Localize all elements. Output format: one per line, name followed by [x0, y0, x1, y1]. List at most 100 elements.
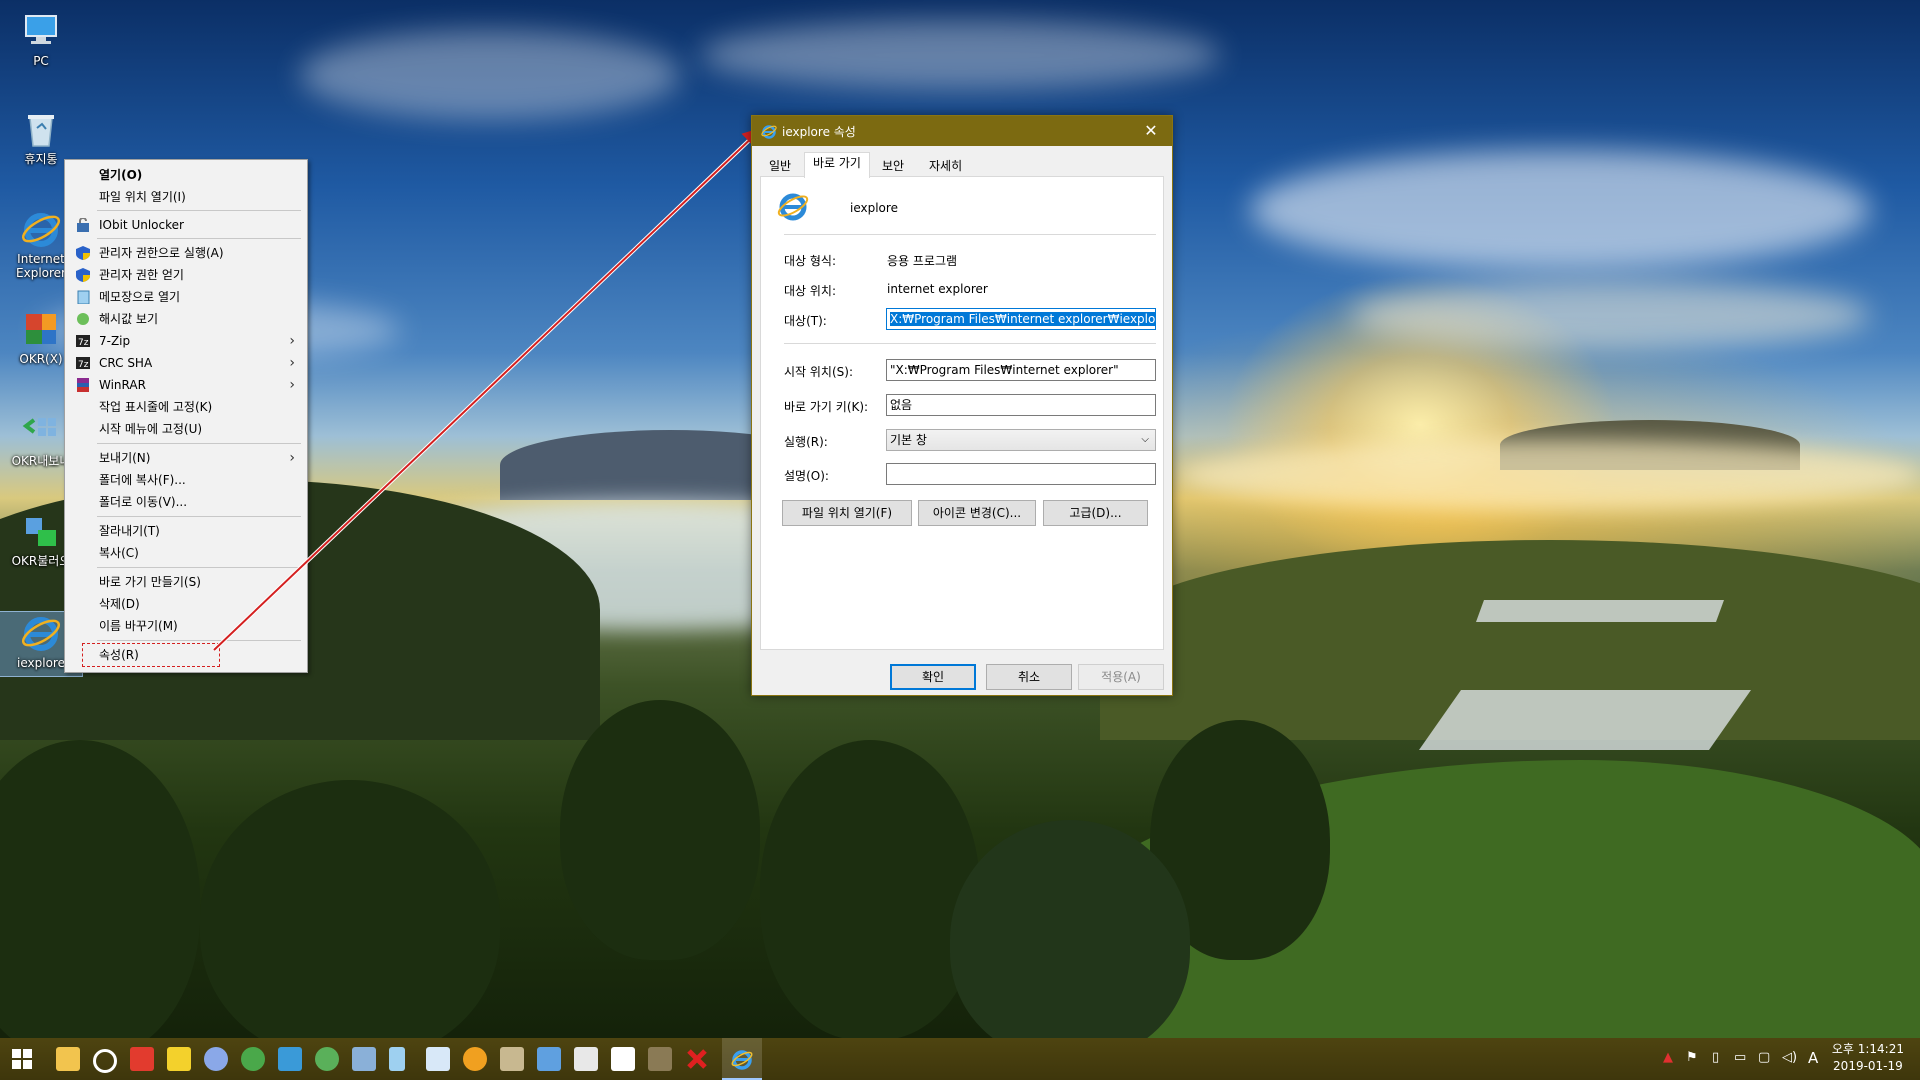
menu-item-label: 잘라내기(T)	[99, 524, 160, 538]
divider	[784, 343, 1156, 344]
desktop-icon-label: iexplore	[17, 656, 65, 670]
tab-security[interactable]: 보안	[873, 155, 913, 178]
internet-explorer-icon	[777, 193, 809, 221]
menu-item-view-hash[interactable]: 해시값 보기	[67, 308, 303, 330]
menu-item-winrar[interactable]: WinRAR ›	[67, 374, 303, 396]
run-select[interactable]: 기본 창 ⌵	[886, 429, 1156, 451]
file-explorer-icon[interactable]	[56, 1047, 80, 1071]
menu-item-create-shortcut[interactable]: 바로 가기 만들기(S)	[67, 571, 303, 593]
tab-shortcut[interactable]: 바로 가기	[804, 152, 870, 178]
potplayer-icon[interactable]	[167, 1047, 191, 1071]
chevron-down-icon: ⌵	[1141, 434, 1149, 445]
tab-details[interactable]: 자세히	[920, 155, 971, 178]
disk-icon[interactable]	[315, 1047, 339, 1071]
menu-item-send-to[interactable]: 보내기(N) ›	[67, 447, 303, 469]
tab-label: 보안	[882, 159, 905, 173]
menu-item-open[interactable]: 열기(O)	[67, 164, 303, 186]
menu-item-move-to-folder[interactable]: 폴더로 이동(V)...	[67, 491, 303, 513]
close-icon: ✕	[1144, 121, 1158, 140]
menu-item-pin-to-taskbar[interactable]: 작업 표시줄에 고정(K)	[67, 396, 303, 418]
menu-item-copy[interactable]: 복사(C)	[67, 542, 303, 564]
menu-item-run-as-admin[interactable]: 관리자 권한으로 실행(A)	[67, 242, 303, 264]
button-label: 아이콘 변경(C)...	[932, 506, 1022, 520]
browser-icon[interactable]	[204, 1047, 228, 1071]
flag-icon[interactable]: ⚑	[1686, 1050, 1698, 1065]
advanced-button[interactable]: 고급(D)...	[1043, 500, 1148, 526]
menu-item-take-ownership[interactable]: 관리자 권한 얻기	[67, 264, 303, 286]
desktop-icon-label: OKR불러오	[11, 554, 71, 568]
start-button[interactable]	[12, 1049, 32, 1072]
chrome-icon[interactable]	[241, 1047, 265, 1071]
iobit-unlocker-icon	[77, 218, 89, 232]
anydesk-icon[interactable]	[130, 1047, 154, 1071]
menu-item-pin-to-start[interactable]: 시작 메뉴에 고정(U)	[67, 418, 303, 440]
tab-label: 자세히	[929, 159, 963, 173]
fog	[1180, 440, 1920, 510]
desktop-icon-label: 휴지통	[24, 152, 58, 166]
photo-icon[interactable]	[648, 1047, 672, 1071]
desktop-icon-label: OKR내보내	[11, 454, 71, 468]
computer-icon	[20, 10, 62, 52]
scissors-icon[interactable]	[537, 1047, 561, 1071]
cloud	[300, 30, 680, 120]
window-icon[interactable]	[426, 1047, 450, 1071]
target-field[interactable]: X:₩Program Files₩internet explorer₩iexpl…	[886, 308, 1156, 330]
input-mode-indicator[interactable]: A	[1808, 1049, 1818, 1067]
taskbar-app-iexplore-active[interactable]	[722, 1038, 762, 1080]
menu-separator	[97, 238, 301, 239]
desktop-icon-pc[interactable]: PC	[0, 10, 82, 68]
menu-item-open-with-notepad[interactable]: 메모장으로 열기	[67, 286, 303, 308]
dialog-title-bar[interactable]: iexplore 속성 ✕	[752, 116, 1172, 146]
console-icon[interactable]	[574, 1047, 598, 1071]
apply-button[interactable]: 적용(A)	[1078, 664, 1164, 690]
target-type-value: 응용 프로그램	[887, 254, 958, 268]
menu-item-label: 관리자 권한으로 실행(A)	[99, 246, 224, 260]
shortcut-key-field[interactable]: 없음	[886, 394, 1156, 416]
cloud	[1250, 150, 1870, 270]
terminal-icon[interactable]	[500, 1047, 524, 1071]
volume-icon[interactable]: ◁)	[1782, 1050, 1797, 1065]
close-red-icon[interactable]	[685, 1047, 709, 1071]
svg-text:7z: 7z	[78, 360, 89, 370]
display-icon[interactable]: ▭	[1734, 1050, 1746, 1065]
cloud	[1350, 280, 1870, 350]
tree	[560, 700, 760, 960]
document-icon[interactable]	[389, 1047, 405, 1071]
clock[interactable]: 오후 1:14:21 2019-01-19	[1832, 1041, 1904, 1075]
desktop-icon-recycle-bin[interactable]: 휴지통	[0, 108, 82, 166]
network-icon[interactable]	[352, 1047, 376, 1071]
ok-button[interactable]: 확인	[890, 664, 976, 690]
clock-time: 오후 1:14:21	[1831, 1042, 1904, 1056]
change-icon-button[interactable]: 아이콘 변경(C)...	[918, 500, 1036, 526]
monitor-icon[interactable]: ▢	[1758, 1050, 1770, 1065]
menu-item-iobit-unlocker[interactable]: IObit Unlocker	[67, 214, 303, 236]
menu-item-copy-to-folder[interactable]: 폴더에 복사(F)...	[67, 469, 303, 491]
menu-item-7zip[interactable]: 7z 7-Zip ›	[67, 330, 303, 352]
photo-icon[interactable]	[463, 1047, 487, 1071]
image-viewer-icon[interactable]	[611, 1047, 635, 1071]
start-in-value: "X:₩Program Files₩internet explorer"	[890, 363, 1119, 377]
start-in-label: 시작 위치(S):	[784, 365, 853, 379]
network-warning-icon[interactable]: ▲	[1663, 1050, 1673, 1065]
cloud	[700, 20, 1220, 90]
start-in-field[interactable]: "X:₩Program Files₩internet explorer"	[886, 359, 1156, 381]
menu-item-rename[interactable]: 이름 바꾸기(M)	[67, 615, 303, 637]
menu-item-delete[interactable]: 삭제(D)	[67, 593, 303, 615]
tab-general[interactable]: 일반	[760, 155, 800, 178]
menu-item-cut[interactable]: 잘라내기(T)	[67, 520, 303, 542]
open-file-location-button[interactable]: 파일 위치 열기(F)	[782, 500, 912, 526]
taskbar: ▲ ⚑ ▯ ▭ ▢ ◁) A 오후 1:14:21 2019-01-19	[0, 1038, 1920, 1080]
comment-field[interactable]	[886, 463, 1156, 485]
menu-item-open-file-location[interactable]: 파일 위치 열기(I)	[67, 186, 303, 208]
cancel-button[interactable]: 취소	[986, 664, 1072, 690]
menu-item-crc-sha[interactable]: 7z CRC SHA ›	[67, 352, 303, 374]
usb-icon[interactable]: ▯	[1712, 1050, 1719, 1065]
menu-item-label: 메모장으로 열기	[99, 290, 181, 304]
menu-separator	[97, 640, 301, 641]
shark-icon[interactable]	[278, 1047, 302, 1071]
menu-item-label: IObit Unlocker	[99, 218, 184, 232]
menu-item-label: 7-Zip	[99, 334, 131, 348]
settings-icon[interactable]	[93, 1049, 117, 1073]
7zip-icon: 7z	[76, 357, 90, 370]
close-button[interactable]: ✕	[1130, 116, 1172, 146]
